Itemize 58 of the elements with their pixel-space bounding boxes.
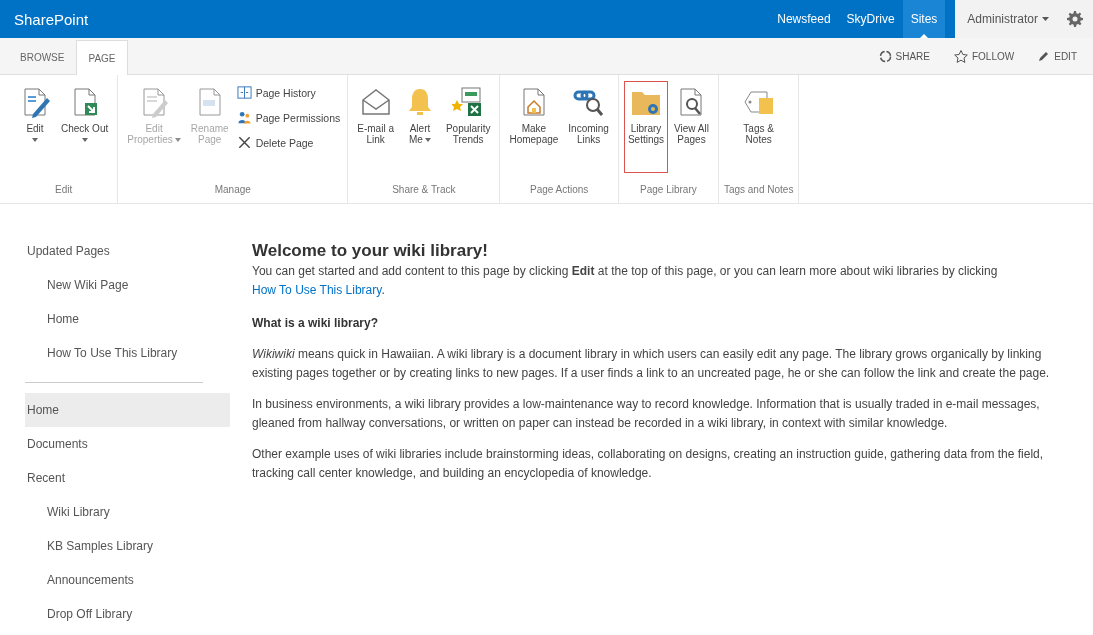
ribbon-button[interactable]: Check Out <box>57 81 113 173</box>
ribbon-button[interactable]: Alert Me <box>399 81 440 173</box>
nav-link[interactable]: Home <box>25 393 230 427</box>
ribbon-tab[interactable]: PAGE <box>76 40 128 75</box>
body-paragraph: Wikiwiki means quick in Hawaiian. A wiki library is a document library in which users can easily edit any page. The library grows organically by linking existing pages together or by creating links to new pages. If a user finds a link to an uncreated page, he or she can follow the link and create the page. <box>252 346 1051 382</box>
caret-icon <box>174 137 181 142</box>
group-label: Tags and Notes <box>723 183 794 197</box>
page-title: Welcome to your wiki library! <box>252 240 489 262</box>
intro-paragraph: You can get started and add content to this page by clicking Edit at the top of this page, or you can learn more about wiki libraries by clicking How To Use This Library. <box>252 263 999 299</box>
group-label: Manage <box>214 183 251 197</box>
group-label: Share & Track <box>392 183 456 197</box>
body-paragraph: Other example uses of wiki libraries include brainstorming ideas, collaborating on designs, creating an instruction guide, gathering data from the field, tracking call center knowledge, and building an encyclopedia of knowledge. <box>252 446 1045 482</box>
envelope-icon <box>359 86 392 118</box>
nav-link[interactable]: Announcements <box>25 563 230 597</box>
ribbon-button[interactable]: Incoming Links <box>564 81 613 173</box>
action-link[interactable]: SHARE <box>872 48 936 64</box>
action-link[interactable]: FOLLOW <box>948 48 1021 64</box>
suite-link[interactable]: SkyDrive <box>838 0 903 38</box>
ribbon-button[interactable]: Library Settings <box>623 81 669 173</box>
nav-link[interactable]: Documents <box>25 427 230 461</box>
caret-icon <box>424 137 431 142</box>
pencil-icon <box>1038 50 1051 62</box>
nav-link[interactable]: Drop Off Library <box>25 597 230 631</box>
ribbon-button[interactable]: Tags & Notes <box>738 81 779 173</box>
ribbon-button[interactable]: Delete Page <box>234 133 343 152</box>
ribbon-button[interactable]: View All Pages <box>670 81 713 173</box>
ribbon-tab[interactable]: BROWSE <box>8 40 77 74</box>
nav-link[interactable]: Home <box>25 302 230 336</box>
share-icon <box>878 49 892 63</box>
group-label: Page Actions <box>530 183 589 197</box>
ribbon-button[interactable]: Edit <box>15 81 55 173</box>
ribbon-button[interactable]: Page History <box>234 83 343 102</box>
page-history-icon <box>236 85 252 100</box>
nav-link[interactable]: New Wiki Page <box>25 268 230 302</box>
star-icon <box>954 49 968 63</box>
settings-icon[interactable] <box>1067 11 1083 27</box>
caret-icon <box>32 138 38 142</box>
ribbon-button[interactable]: Page Permissions <box>234 108 343 127</box>
brand-name: SharePoint <box>13 10 90 28</box>
suite-link[interactable]: Sites <box>902 0 946 38</box>
group-label: Edit <box>55 183 73 197</box>
people-icon <box>236 110 252 125</box>
nav-link[interactable]: KB Samples Library <box>25 529 230 563</box>
action-link[interactable]: EDIT <box>1032 48 1083 64</box>
suite-link[interactable]: Newsfeed <box>769 0 839 38</box>
body-paragraph: In business environments, a wiki library provides a low-maintenance way to record knowledge. Information that is usually traded in e-mail messages, gleaned from hallway conversations, or written on paper can instead be recorded in a wiki library, in context with similar knowledge. <box>252 396 1041 432</box>
nav-heading: Updated Pages <box>26 243 111 260</box>
nav-link[interactable]: Wiki Library <box>25 495 230 529</box>
close-icon <box>236 135 252 150</box>
ribbon-button[interactable]: E-mail a Link <box>353 81 398 173</box>
nav-link[interactable]: Recent <box>25 461 230 495</box>
nav-link[interactable]: How To Use This Library <box>25 336 230 370</box>
caret-icon <box>1042 16 1049 22</box>
ribbon-button[interactable]: Popularity Trends <box>441 81 495 173</box>
caret-icon <box>81 138 88 142</box>
group-label: Page Library <box>640 183 697 197</box>
ribbon-button[interactable]: Make Homepage <box>505 81 563 173</box>
section-heading: What is a wiki library? <box>252 315 380 332</box>
